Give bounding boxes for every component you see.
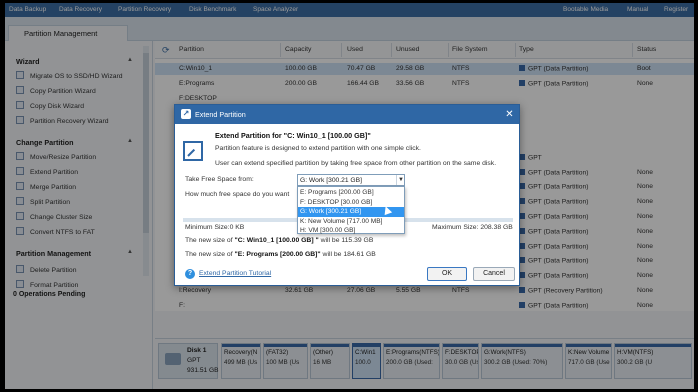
close-icon[interactable]: ✕	[503, 108, 516, 121]
tutorial-link[interactable]: Extend Partition Tutorial	[199, 270, 271, 277]
dialog-heading: Extend Partition for "C: Win10_1 [100.00…	[215, 131, 371, 140]
cancel-button[interactable]: Cancel	[473, 267, 515, 281]
dialog-title: Extend Partition	[195, 110, 246, 119]
max-size-label: Maximum Size: 208.38 GB	[432, 224, 513, 231]
dialog-description-2: User can extend specified partition by t…	[215, 160, 497, 167]
new-size-c-line: The new size of "C: Win10_1 [100.00 GB] …	[185, 237, 374, 244]
app-icon: ↗	[181, 109, 191, 119]
free-space-source-select[interactable]: G: Work [300.21 GB] ▼	[297, 174, 405, 186]
new-size-e-line: The new size of "E: Programs [200.00 GB]…	[185, 251, 376, 258]
take-free-space-label: Take Free Space from:	[185, 176, 254, 183]
chevron-down-icon[interactable]: ▼	[396, 175, 405, 185]
extend-partition-icon	[183, 141, 203, 161]
min-size-label: Minimum Size:0 KB	[185, 224, 245, 231]
how-much-label: How much free space do you want	[185, 191, 290, 198]
dropdown-option[interactable]: K: New Volume [717.00 MB]	[298, 217, 404, 227]
help-icon[interactable]: ?	[185, 269, 195, 279]
dialog-description-1: Partition feature is designed to extend …	[215, 145, 421, 152]
dialog-title-bar: ↗ Extend Partition ✕	[175, 105, 519, 124]
dropdown-option[interactable]: H: VM [300.00 GB]	[298, 226, 404, 236]
dropdown-option[interactable]: E: Programs [200.00 GB]	[298, 188, 404, 198]
ok-button[interactable]: OK	[427, 267, 467, 281]
extend-partition-dialog: ↗ Extend Partition ✕ Extend Partition fo…	[174, 104, 520, 286]
